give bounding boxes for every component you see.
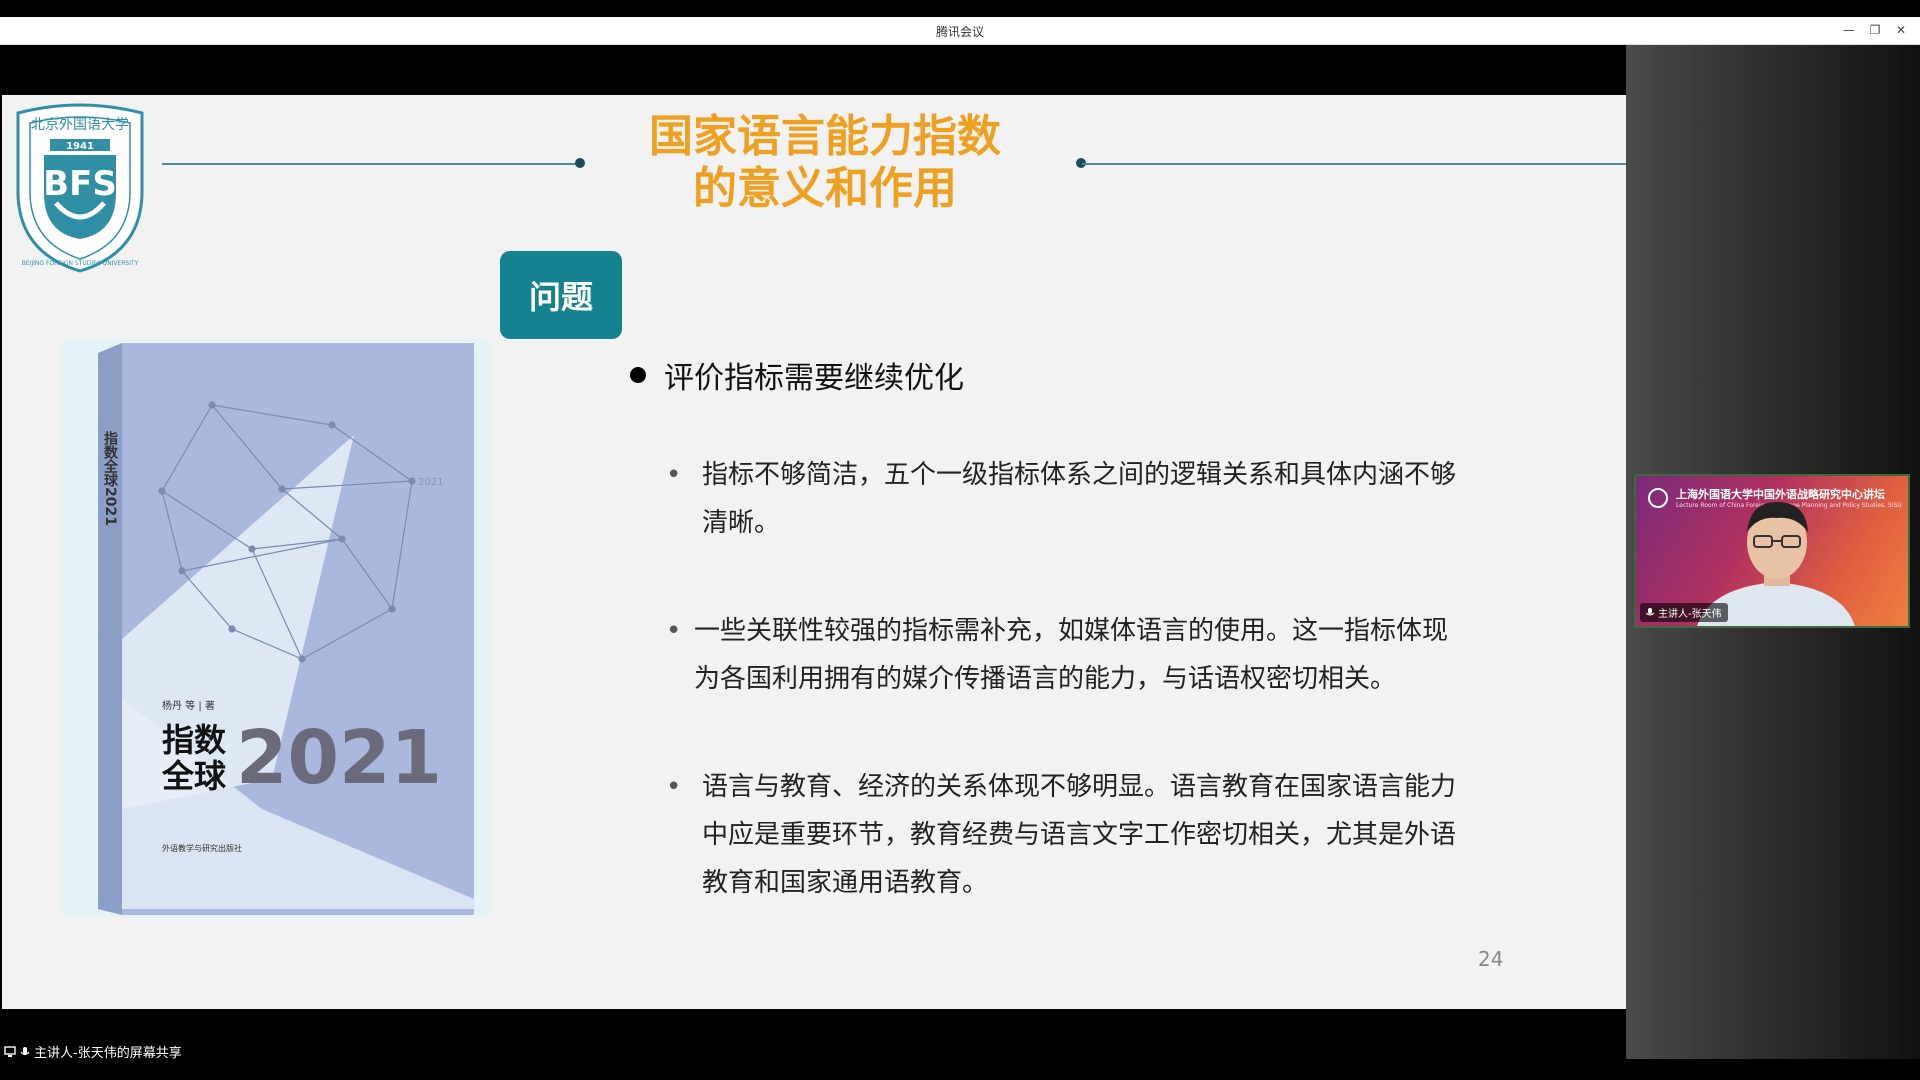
slide-title: 国家语言能力指数 的意义和作用 <box>562 111 1088 215</box>
screen-share-text: 主讲人-张天伟的屏幕共享 <box>34 1046 182 1061</box>
main-point-text: 评价指标需要继续优化 <box>664 361 964 396</box>
title-line-right <box>1082 163 1626 165</box>
slide-title-line-1: 国家语言能力指数 <box>649 111 1001 162</box>
sub-point-bullet: • <box>666 772 682 802</box>
sub-point-line: 语言与教育、经济的关系体现不够明显。语言教育在国家语言能力 <box>702 772 1457 802</box>
book-title-b: 全球 <box>161 757 227 795</box>
logo-ring-text: BEIJING FOREIGN STUDIES UNIVERSITY <box>22 260 139 267</box>
close-button[interactable]: ✕ <box>1890 20 1912 40</box>
sub-point-line: 中应是重要环节，教育经费与语言文字工作密切相关，尤其是外语 <box>702 820 1457 850</box>
window-controls: — ❐ ✕ <box>1838 20 1912 40</box>
window-titlebar: 腾讯会议 — ❐ ✕ <box>0 17 1920 45</box>
screen-icon <box>4 1045 16 1057</box>
book-year: 2021 <box>236 715 442 801</box>
sub-point: • 一些关联性较强的指标需补充，如媒体语言的使用。这一指标体现 为各国利用拥有的… <box>666 607 1449 703</box>
window-title: 腾讯会议 <box>935 25 984 39</box>
sub-point-line: 教育和国家通用语教育。 <box>702 868 989 898</box>
book-publisher: 外语教学与研究出版社 <box>162 843 242 853</box>
slide-title-line-2: 的意义和作用 <box>693 163 957 214</box>
book-cover-image: 指数全球2021 杨丹 等 | 著 指数 全球 2021 2021 外语教学与研… <box>62 339 490 917</box>
title-line-left <box>162 163 580 165</box>
section-tag: 问题 <box>500 251 622 339</box>
sub-point-line: 指标不够简洁，五个一级指标体系之间的逻辑关系和具体内涵不够 <box>702 460 1457 490</box>
sub-point: • 语言与教育、经济的关系体现不够明显。语言教育在国家语言能力 中应是重要环节，… <box>666 763 1457 907</box>
presenter-name: 主讲人-张天伟 <box>1658 609 1722 620</box>
sub-point-line: 清晰。 <box>702 508 781 538</box>
sub-point-line: 一些关联性较强的指标需补充，如媒体语言的使用。这一指标体现 <box>694 616 1449 646</box>
page-number: 24 <box>1478 947 1504 971</box>
restore-button[interactable]: ❐ <box>1864 20 1886 40</box>
bullet-dot-icon <box>630 367 646 383</box>
book-spine-title: 指数全球2021 <box>102 430 119 526</box>
sub-point-bullet: • <box>666 460 682 490</box>
microphone-icon <box>20 1046 30 1055</box>
logo-initials: BFS <box>43 164 117 204</box>
university-logo: 北京外国语大学 1941 BFS BEIJING FOREIGN STUDIES… <box>16 103 144 273</box>
microphone-icon <box>1646 607 1654 615</box>
logo-year: 1941 <box>66 141 94 152</box>
book-side-year: 2021 <box>418 477 443 488</box>
book-authors: 杨丹 等 | 著 <box>162 699 215 712</box>
minimize-button[interactable]: — <box>1838 20 1860 40</box>
sub-point-line: 为各国利用拥有的媒介传播语言的能力，与话语权密切相关。 <box>694 664 1397 694</box>
logo-top-text: 北京外国语大学 <box>31 117 129 133</box>
book-title-a: 指数 <box>162 721 227 759</box>
sub-point-bullet: • <box>666 616 682 646</box>
sub-point: • 指标不够简洁，五个一级指标体系之间的逻辑关系和具体内涵不够 清晰。 <box>666 451 1457 547</box>
top-black-bar <box>0 0 1920 17</box>
presentation-slide: 北京外国语大学 1941 BFS BEIJING FOREIGN STUDIES… <box>2 95 1626 1009</box>
presenter-name-tag: 主讲人-张天伟 <box>1640 603 1728 622</box>
presenter-video[interactable]: 上海外国语大学中国外语战略研究中心讲坛 Lecture Room of Chin… <box>1634 474 1910 628</box>
main-point: 评价指标需要继续优化 <box>630 353 964 397</box>
screen-share-label: 主讲人-张天伟的屏幕共享 <box>4 1042 182 1061</box>
bottom-bar <box>0 1059 1920 1080</box>
